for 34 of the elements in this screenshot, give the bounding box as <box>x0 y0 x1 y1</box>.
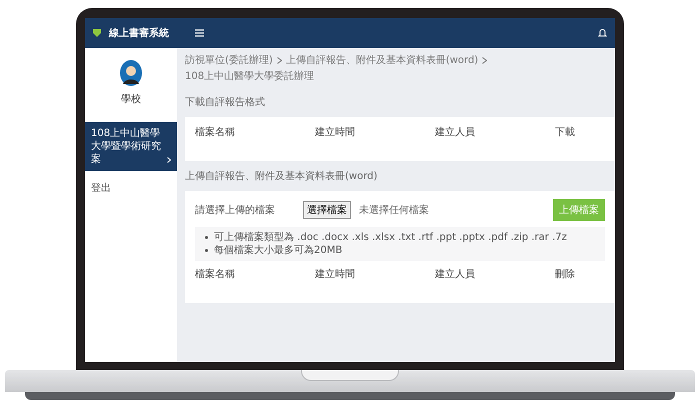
bullet-icon <box>205 236 208 239</box>
column-header: 建立人員 <box>435 126 476 139</box>
column-header: 建立人員 <box>435 268 476 281</box>
note-text: 可上傳檔案類型為 .doc .docx .xls .xlsx .txt .rtf .ppt .pptx .pdf .zip .rar .7z <box>214 231 567 244</box>
column-header: 建立時間 <box>315 126 356 139</box>
nav-item[interactable]: 108上中山醫學大學暨學術研究案 <box>85 122 177 171</box>
user-name: 學校 <box>121 92 141 106</box>
chevron-right-icon <box>482 57 488 64</box>
choose-file-button[interactable]: 選擇檔案 <box>303 201 351 219</box>
breadcrumb-item[interactable]: 108上中山醫學大學委託辦理 <box>185 70 314 83</box>
column-header: 檔案名稱 <box>195 126 236 139</box>
column-header: 下載 <box>555 126 576 139</box>
menu-icon[interactable] <box>195 29 204 37</box>
upload-button[interactable]: 上傳檔案 <box>553 199 605 221</box>
file-status: 未選擇任何檔案 <box>359 204 430 217</box>
breadcrumb-item[interactable]: 訪視單位(委託辦理) <box>185 54 273 68</box>
field-label: 請選擇上傳的檔案 <box>195 204 276 217</box>
nav-item[interactable]: 登出 <box>85 177 177 200</box>
chevron-right-icon <box>276 57 282 64</box>
shield-icon <box>93 29 101 37</box>
chevron-right-icon <box>167 157 171 163</box>
section-title: 下載自評報告格式 <box>185 96 266 110</box>
column-header: 建立時間 <box>315 268 356 281</box>
app-title: 線上書審系統 <box>109 26 170 40</box>
note-text: 每個檔案大小最多可為20MB <box>214 244 342 257</box>
column-header: 刪除 <box>555 268 576 281</box>
breadcrumb-item[interactable]: 上傳自評報告、附件及基本資料表冊(word) <box>286 54 478 68</box>
section-title: 上傳自評報告、附件及基本資料表冊(word) <box>185 170 378 184</box>
nav-label: 108上中山醫學大學暨學術研究案 <box>91 127 162 166</box>
column-header: 檔案名稱 <box>195 268 236 281</box>
avatar-icon <box>120 60 142 86</box>
bullet-icon <box>205 249 208 252</box>
nav-label: 登出 <box>91 182 111 195</box>
bell-icon[interactable] <box>598 28 607 38</box>
